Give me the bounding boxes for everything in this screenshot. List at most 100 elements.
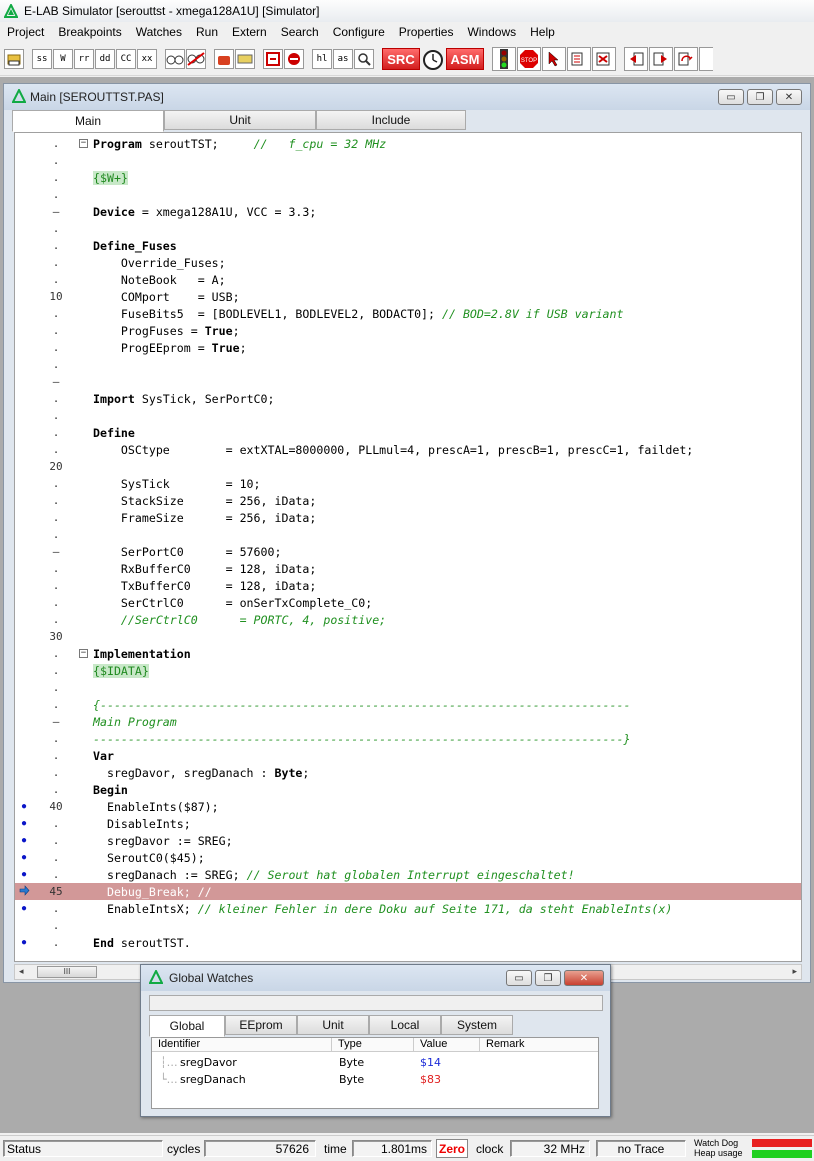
tab-unit[interactable]: Unit <box>164 110 316 130</box>
code-line[interactable]: . FuseBits5 = [BODLEVEL1, BODLEVEL2, BOD… <box>15 305 801 322</box>
column-value[interactable]: Value <box>414 1038 480 1052</box>
stopwatch-icon[interactable] <box>421 47 445 71</box>
column-remark[interactable]: Remark <box>480 1038 590 1052</box>
goto-icon[interactable] <box>674 47 698 71</box>
toolbar-as-button[interactable]: as <box>333 49 353 69</box>
tab-local[interactable]: Local <box>369 1015 441 1035</box>
toolbar-xx-button[interactable]: xx <box>137 49 157 69</box>
breakpoint-dot-icon[interactable]: ● <box>19 903 29 914</box>
search-icon[interactable] <box>354 49 374 69</box>
fold-toggle-icon[interactable]: − <box>79 649 88 658</box>
cursor-icon[interactable] <box>542 47 566 71</box>
code-line[interactable]: . ProgFuses = True; <box>15 322 801 339</box>
code-line[interactable]: . FrameSize = 256, iData; <box>15 509 801 526</box>
code-line[interactable]: . OSCtype = extXTAL=8000000, PLLmul=4, p… <box>15 441 801 458</box>
run-stop-icon[interactable] <box>263 49 283 69</box>
menu-configure[interactable]: Configure <box>326 25 392 39</box>
code-line[interactable]: . sregDavor, sregDanach : Byte; <box>15 764 801 781</box>
code-line[interactable]: 10 COMport = USB; <box>15 288 801 305</box>
breakpoint-dot-icon[interactable]: ● <box>19 852 29 863</box>
code-line[interactable]: – SerPortC0 = 57600; <box>15 543 801 560</box>
code-line[interactable]: . Var <box>15 747 801 764</box>
toolbar-rr-button[interactable]: rr <box>74 49 94 69</box>
watch-expression-input[interactable] <box>149 995 603 1011</box>
code-line[interactable]: . TxBufferC0 = 128, iData; <box>15 577 801 594</box>
watches-restore-button[interactable]: ❐ <box>535 970 561 986</box>
tab-include[interactable]: Include <box>316 110 466 130</box>
code-line[interactable]: 45 Debug_Break; // <box>15 883 801 900</box>
scroll-right-icon[interactable]: ▸ <box>792 966 797 977</box>
breakpoint-dot-icon[interactable]: ● <box>19 835 29 846</box>
breakpoint-dot-icon[interactable]: ● <box>19 937 29 948</box>
code-line[interactable]: . − Implementation <box>15 645 801 662</box>
editor-restore-button[interactable]: ❐ <box>747 89 773 105</box>
watches-close-button[interactable]: ✕ <box>564 970 604 986</box>
column-identifier[interactable]: Identifier <box>152 1038 332 1052</box>
code-line[interactable]: . StackSize = 256, iData; <box>15 492 801 509</box>
breakpoint-dot-icon[interactable]: ● <box>19 869 29 880</box>
table-row[interactable]: ┆… sregDavor Byte $14 <box>152 1054 598 1071</box>
code-line[interactable]: . {$IDATA} <box>15 662 801 679</box>
code-line[interactable]: . Begin <box>15 781 801 798</box>
code-line[interactable]: . <box>15 220 801 237</box>
code-line[interactable]: . − Program seroutTST; // f_cpu = 32 MHz <box>15 135 801 152</box>
fold-toggle-icon[interactable]: − <box>79 139 88 148</box>
code-line[interactable]: . ProgEEprom = True; <box>15 339 801 356</box>
code-line[interactable]: . ---------------------------------------… <box>15 730 801 747</box>
zero-button[interactable]: Zero <box>436 1139 469 1158</box>
code-line[interactable]: ●. EnableIntsX; // kleiner Fehler in der… <box>15 900 801 917</box>
code-line[interactable]: . Import SysTick, SerPortC0; <box>15 390 801 407</box>
code-line[interactable]: 30 <box>15 628 801 645</box>
column-type[interactable]: Type <box>332 1038 414 1052</box>
reload-icon[interactable] <box>699 47 713 71</box>
scroll-left-icon[interactable]: ◂ <box>19 966 24 977</box>
code-line[interactable]: . Define <box>15 424 801 441</box>
code-line[interactable]: . <box>15 186 801 203</box>
editor-minimize-button[interactable]: ▭ <box>718 89 744 105</box>
asm-button[interactable]: ASM <box>446 48 484 70</box>
tab-system[interactable]: System <box>441 1015 513 1035</box>
tab-eeprom[interactable]: EEprom <box>225 1015 297 1035</box>
code-line[interactable]: . NoteBook = A; <box>15 271 801 288</box>
code-line[interactable]: – <box>15 373 801 390</box>
menu-search[interactable]: Search <box>274 25 326 39</box>
scroll-thumb[interactable]: III <box>37 966 97 978</box>
code-editor[interactable]: . − Program seroutTST; // f_cpu = 32 MHz..… <box>14 132 802 962</box>
menu-extern[interactable]: Extern <box>225 25 274 39</box>
menu-watches[interactable]: Watches <box>129 25 189 39</box>
code-line[interactable]: . Override_Fuses; <box>15 254 801 271</box>
menu-help[interactable]: Help <box>523 25 562 39</box>
watches-title-bar[interactable]: Global Watches ▭ ❐ ✕ <box>141 965 610 991</box>
watches-minimize-button[interactable]: ▭ <box>506 970 532 986</box>
tab-main[interactable]: Main <box>12 110 164 132</box>
toolbar-cc-button[interactable]: CC <box>116 49 136 69</box>
code-line[interactable]: – Main Program <box>15 713 801 730</box>
code-line[interactable]: – Device = xmega128A1U, VCC = 3.3; <box>15 203 801 220</box>
execution-point-icon[interactable] <box>19 884 30 899</box>
src-button[interactable]: SRC <box>382 48 420 70</box>
editor-close-button[interactable]: ✕ <box>776 89 802 105</box>
editor-title-bar[interactable]: Main [SEROUTTST.PAS] ▭ ❐ ✕ <box>4 84 810 110</box>
traffic-light-icon[interactable] <box>492 47 516 71</box>
toolbar-w-button[interactable]: W <box>53 49 73 69</box>
menu-run[interactable]: Run <box>189 25 225 39</box>
code-line[interactable]: . Define_Fuses <box>15 237 801 254</box>
code-line[interactable]: ●. DisableInts; <box>15 815 801 832</box>
menu-windows[interactable]: Windows <box>460 25 523 39</box>
glasses-icon[interactable] <box>165 49 185 69</box>
breakpoint-dot-icon[interactable]: ● <box>19 818 29 829</box>
open-project-icon[interactable] <box>4 49 24 69</box>
code-line[interactable]: ●. sregDanach := SREG; // Serout hat glo… <box>15 866 801 883</box>
code-line[interactable]: ●. SeroutC0($45); <box>15 849 801 866</box>
step-into-icon[interactable] <box>567 47 591 71</box>
table-row[interactable]: └… sregDanach Byte $83 <box>152 1071 598 1088</box>
stop-sign-icon[interactable] <box>284 49 304 69</box>
tab-global[interactable]: Global <box>149 1015 225 1037</box>
menu-project[interactable]: Project <box>0 25 51 39</box>
breakpoint-dot-icon[interactable]: ● <box>19 801 29 812</box>
code-line[interactable]: ● 40 EnableInts($87); <box>15 798 801 815</box>
stop-button-icon[interactable]: STOP <box>517 47 541 71</box>
return-icon[interactable] <box>649 47 673 71</box>
step-over-icon[interactable] <box>592 47 616 71</box>
toolbar-dd-button[interactable]: dd <box>95 49 115 69</box>
